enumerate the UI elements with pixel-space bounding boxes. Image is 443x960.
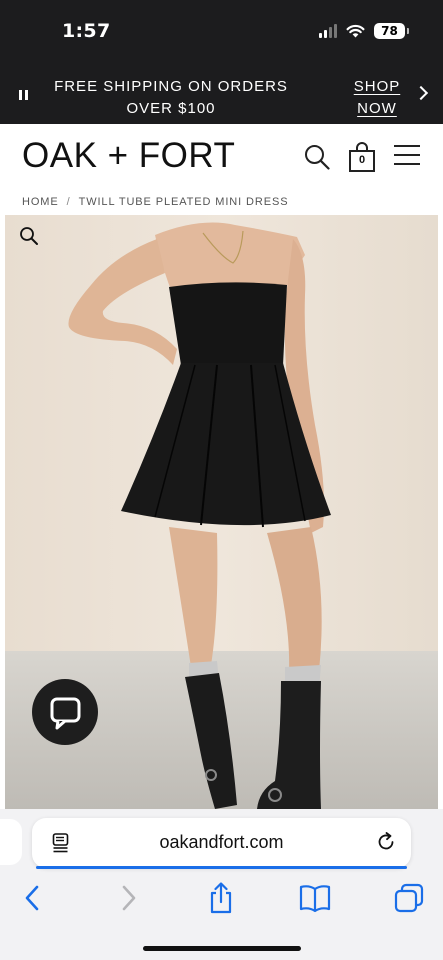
breadcrumb-separator: / <box>66 196 71 208</box>
browser-toolbar <box>0 881 443 915</box>
page-load-progress <box>36 866 407 869</box>
search-icon[interactable] <box>304 144 330 170</box>
site-header: OAK + FORT 0 <box>0 124 443 188</box>
reload-icon[interactable] <box>376 832 396 852</box>
battery-icon: 78 <box>374 23 409 39</box>
tabs-icon[interactable] <box>392 881 426 915</box>
breadcrumb-current: TWILL TUBE PLEATED MINI DRESS <box>78 196 289 208</box>
pause-icon[interactable] <box>19 90 28 100</box>
address-bar[interactable]: oakandfort.com <box>32 818 411 868</box>
home-indicator <box>143 946 301 951</box>
shop-now-link[interactable]: SHOP NOW <box>346 76 408 120</box>
browser-chrome: oakandfort.com <box>0 809 443 960</box>
status-time: 1:57 <box>62 20 111 42</box>
promo-banner: FREE SHIPPING ON ORDERS OVER $100 SHOP N… <box>0 62 443 124</box>
status-bar: 1:57 78 <box>0 0 443 62</box>
bookmarks-icon[interactable] <box>298 881 332 915</box>
promo-message: FREE SHIPPING ON ORDERS OVER $100 <box>54 78 288 117</box>
chevron-right-icon[interactable] <box>413 85 429 101</box>
hamburger-menu-icon[interactable] <box>394 145 420 165</box>
shopping-bag-icon[interactable]: 0 <box>348 142 376 172</box>
chat-button[interactable] <box>32 679 98 745</box>
wifi-icon <box>346 24 365 38</box>
bag-count: 0 <box>358 154 366 166</box>
site-logo[interactable]: OAK + FORT <box>22 136 235 176</box>
url-text: oakandfort.com <box>159 832 284 852</box>
breadcrumb: HOME / TWILL TUBE PLEATED MINI DRESS <box>22 196 288 208</box>
back-icon[interactable] <box>16 881 50 915</box>
breadcrumb-home[interactable]: HOME <box>22 196 59 208</box>
zoom-icon[interactable] <box>19 226 39 246</box>
share-icon[interactable] <box>204 881 238 915</box>
previous-tab-preview[interactable] <box>0 819 22 865</box>
cellular-signal-icon <box>319 24 337 38</box>
status-icons: 78 <box>319 23 409 39</box>
forward-icon[interactable] <box>111 881 145 915</box>
chat-icon <box>50 697 81 730</box>
